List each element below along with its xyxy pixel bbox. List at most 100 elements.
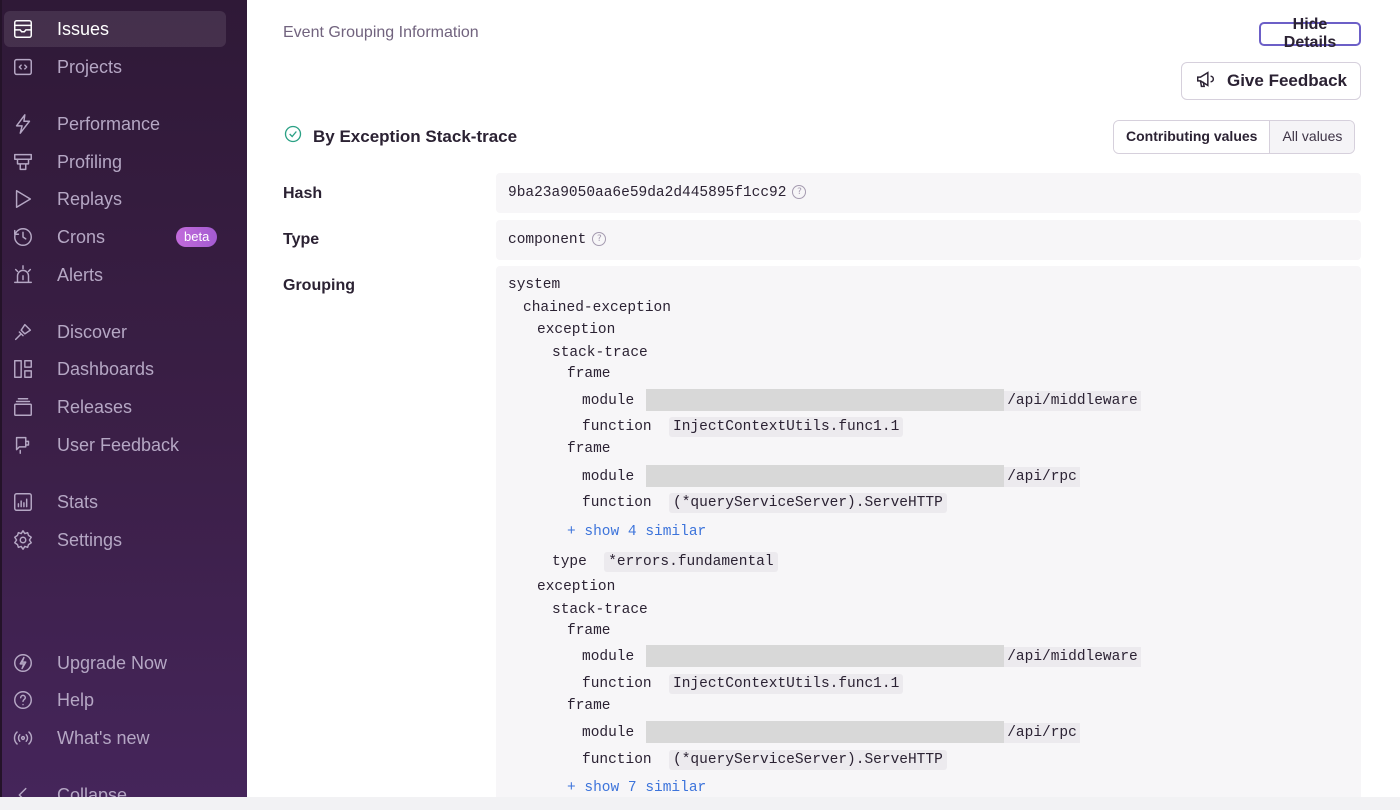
sidebar-item-label: Performance [57, 113, 161, 134]
sidebar-item-label: Issues [57, 18, 110, 39]
sidebar-item-releases[interactable]: Releases [2, 389, 247, 425]
grouping-label: Grouping [283, 277, 355, 294]
tree-key: module [582, 468, 635, 485]
function-value: InjectContextUtils.func1.1 [669, 417, 904, 437]
sidebar-item-label: Collapse [57, 784, 128, 798]
upgrade-icon [11, 651, 35, 675]
sidebar-item-label: Dashboards [57, 358, 155, 379]
sidebar-item-alerts[interactable]: Alerts [2, 257, 247, 293]
module-value: /api/rpc [1004, 722, 1080, 743]
discover-icon [11, 320, 35, 344]
profiling-icon [11, 150, 35, 174]
tree-node: frame [567, 698, 611, 714]
show-similar-link[interactable]: + show 4 similar [567, 524, 706, 540]
tree-node: system [508, 277, 561, 293]
sidebar-item-performance[interactable]: Performance [2, 106, 247, 142]
question-icon[interactable]: ? [592, 232, 607, 247]
sidebar-item-label: Alerts [57, 264, 104, 285]
module-value: /api/rpc [1004, 466, 1080, 487]
module-value: /api/middleware [1004, 646, 1141, 667]
sidebar: Issues Projects Performance Profiling Re… [0, 0, 247, 797]
sidebar-item-discover[interactable]: Discover [2, 314, 247, 350]
hide-details-button[interactable]: Hide Details [1259, 16, 1361, 51]
sidebar-item-user-feedback[interactable]: User Feedback [2, 427, 247, 463]
tree-row: module/api/middleware [582, 389, 1141, 411]
sidebar-item-collapse[interactable]: Collapse [2, 777, 247, 797]
redacted-block [646, 645, 1005, 667]
sidebar-item-label: Projects [57, 56, 123, 77]
all-values-button[interactable]: All values [1270, 121, 1355, 153]
type-label: Type [283, 231, 320, 248]
tree-row: function (*queryServiceServer).ServeHTTP [582, 750, 947, 770]
section-title: Event Grouping Information [283, 24, 479, 41]
redacted-block [646, 389, 1005, 411]
give-feedback-label: Give Feedback [1226, 71, 1347, 90]
sidebar-item-label: Replays [57, 188, 123, 209]
contributing-values-button[interactable]: Contributing values [1114, 121, 1271, 153]
stats-icon [11, 490, 35, 514]
alerts-icon [11, 263, 35, 287]
tree-key: function [582, 419, 652, 435]
hash-label: Hash [283, 185, 323, 202]
sidebar-item-label: User Feedback [57, 434, 180, 455]
settings-icon [11, 528, 35, 552]
collapse-icon [11, 783, 35, 797]
sidebar-item-label: Discover [57, 321, 128, 342]
sidebar-item-label: Settings [57, 529, 123, 550]
tree-key: module [582, 648, 635, 665]
tree-row: function InjectContextUtils.func1.1 [582, 417, 904, 437]
issues-icon [11, 17, 35, 41]
replays-icon [11, 187, 35, 211]
type-value-box: component? [496, 220, 1361, 260]
sidebar-item-label: Upgrade Now [57, 652, 168, 673]
give-feedback-button[interactable]: Give Feedback [1181, 62, 1361, 100]
performance-icon [11, 112, 35, 136]
tree-key: function [582, 495, 652, 511]
tree-key: function [582, 676, 652, 692]
sidebar-item-label: Releases [57, 396, 133, 417]
tree-key: module [582, 392, 635, 409]
question-icon[interactable]: ? [792, 185, 807, 200]
sidebar-item-help[interactable]: Help [2, 682, 247, 718]
releases-icon [11, 395, 35, 419]
sidebar-item-dashboards[interactable]: Dashboards [2, 351, 247, 387]
function-value: (*queryServiceServer).ServeHTTP [669, 493, 947, 513]
values-toggle: Contributing values All values [1113, 120, 1356, 154]
function-value: InjectContextUtils.func1.1 [669, 674, 904, 694]
function-value: (*queryServiceServer).ServeHTTP [669, 750, 947, 770]
tree-node: frame [567, 623, 611, 639]
sidebar-item-settings[interactable]: Settings [2, 522, 247, 558]
window-bottom-edge [0, 797, 1400, 810]
tree-node: stack-trace [552, 602, 648, 618]
redacted-block [646, 465, 1005, 487]
hash-value: 9ba23a9050aa6e59da2d445895f1cc92 [508, 185, 787, 201]
tree-row: module/api/rpc [582, 465, 1080, 487]
redacted-block [646, 721, 1005, 743]
sidebar-item-whats-new[interactable]: What's new [2, 720, 247, 756]
tree-node: stack-trace [552, 345, 648, 361]
sidebar-item-stats[interactable]: Stats [2, 484, 247, 520]
sidebar-item-projects[interactable]: Projects [2, 49, 247, 85]
crons-icon [11, 225, 35, 249]
check-circle-icon [283, 124, 303, 149]
tree-node: exception [537, 322, 616, 338]
type-value: component [508, 232, 587, 248]
sidebar-item-profiling[interactable]: Profiling [2, 144, 247, 180]
dashboards-icon [11, 357, 35, 381]
tree-node: chained-exception [523, 300, 671, 316]
megaphone-icon [1195, 68, 1217, 95]
sidebar-item-label: Crons [57, 226, 106, 247]
sidebar-item-label: What's new [57, 727, 150, 748]
sidebar-item-replays[interactable]: Replays [2, 181, 247, 217]
tree-key: type [552, 554, 587, 570]
sidebar-item-issues[interactable]: Issues [2, 11, 247, 47]
tree-key: module [582, 724, 635, 741]
hash-value-box: 9ba23a9050aa6e59da2d445895f1cc92? [496, 173, 1361, 213]
user-feedback-icon [11, 433, 35, 457]
type-value: *errors.fundamental [604, 552, 778, 572]
tree-row: module/api/rpc [582, 721, 1080, 743]
variant-title: By Exception Stack-trace [313, 126, 518, 146]
show-similar-link[interactable]: + show 7 similar [567, 780, 706, 796]
sidebar-item-crons[interactable]: Crons beta [2, 219, 247, 255]
sidebar-item-upgrade-now[interactable]: Upgrade Now [2, 645, 247, 681]
